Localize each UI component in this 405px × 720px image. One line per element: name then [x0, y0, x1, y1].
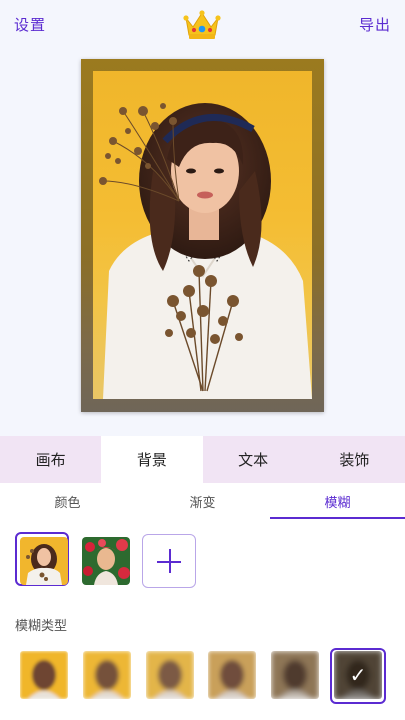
- subtab-blur[interactable]: 模糊: [270, 483, 405, 519]
- tab-canvas[interactable]: 画布: [0, 436, 101, 483]
- blurred-background-frame: [81, 59, 324, 412]
- add-image-button[interactable]: [142, 534, 196, 588]
- blur-option-2[interactable]: [83, 651, 131, 699]
- blur-source-sample-photo[interactable]: [82, 537, 130, 585]
- blur-option-1[interactable]: [20, 651, 68, 699]
- background-panel: 颜色 渐变 模糊 模糊类型 ✓: [0, 483, 405, 720]
- blur-option-4[interactable]: [208, 651, 256, 699]
- tab-background[interactable]: 背景: [101, 436, 203, 483]
- portrait-photo: [93, 71, 312, 399]
- main-tab-bar: 画布 背景 文本 装饰: [0, 436, 405, 483]
- blur-option-5[interactable]: [271, 651, 319, 699]
- blur-type-label: 模糊类型: [15, 619, 68, 634]
- tab-text[interactable]: 文本: [203, 436, 304, 483]
- crown-icon[interactable]: [182, 8, 222, 42]
- tab-decoration[interactable]: 装饰: [304, 436, 405, 483]
- subtab-gradient[interactable]: 渐变: [135, 483, 270, 519]
- blur-source-current-photo[interactable]: [20, 537, 68, 585]
- check-icon: ✓: [334, 651, 382, 699]
- blur-option-6[interactable]: ✓: [334, 651, 382, 699]
- blur-option-3[interactable]: [146, 651, 194, 699]
- export-button[interactable]: 导出: [359, 14, 391, 35]
- subtab-color[interactable]: 颜色: [0, 483, 135, 519]
- top-bar: 设置 导出: [0, 0, 405, 48]
- background-subtab-bar: 颜色 渐变 模糊: [0, 483, 405, 519]
- settings-button[interactable]: 设置: [14, 14, 46, 35]
- portrait-illustration: [99, 103, 312, 399]
